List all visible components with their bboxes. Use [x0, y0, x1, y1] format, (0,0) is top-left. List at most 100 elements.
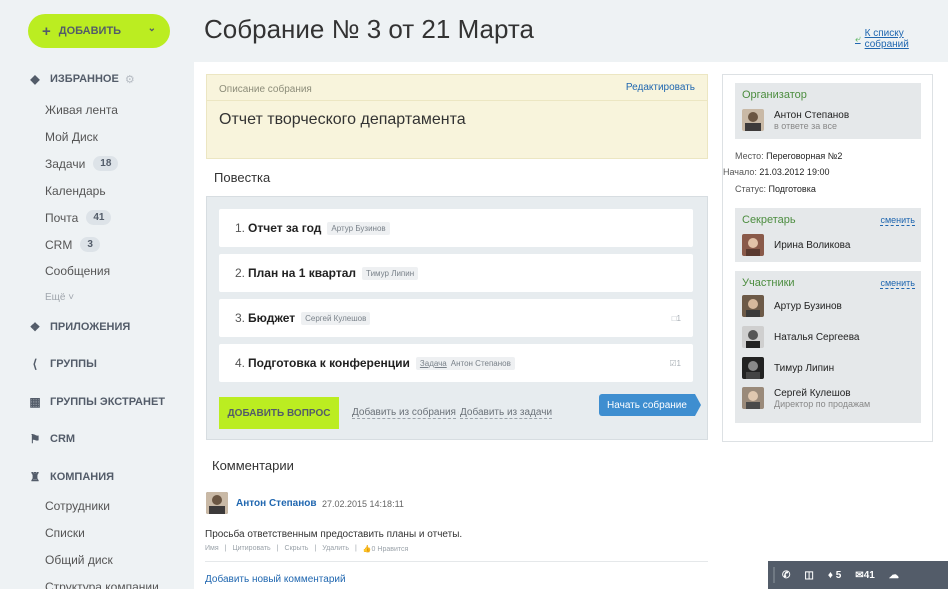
sidebar-section-apps[interactable]: ❖ ПРИЛОЖЕНИЯ	[28, 320, 131, 334]
responsible-name: Артур Бузинов	[331, 223, 386, 233]
comment-count[interactable]: □1	[672, 314, 681, 323]
participant-name[interactable]: Наталья Сергеева	[774, 332, 860, 343]
secretary-name[interactable]: Ирина Воликова	[774, 240, 850, 251]
messages-button[interactable]: ✉41	[855, 570, 875, 581]
reply-name-link[interactable]: Имя	[205, 545, 219, 553]
start-meeting-button[interactable]: Начать собрание	[599, 394, 701, 416]
responsible-tag[interactable]: Задача Антон Степанов	[415, 356, 515, 370]
place-label: Место:	[735, 151, 764, 161]
back-link-label: К списку собраний	[864, 28, 909, 50]
sidebar-item-feed[interactable]: Живая лента	[45, 103, 118, 117]
page-title: Собрание № 3 от 21 Марта	[204, 14, 534, 44]
cloud-icon[interactable]: ☁	[889, 570, 899, 581]
agenda-item-number: 3.	[235, 311, 246, 325]
sidebar-section-company[interactable]: ♜ КОМПАНИЯ	[28, 470, 114, 484]
like-link[interactable]: 👍0 Нравится	[363, 545, 408, 553]
phone-icon[interactable]: ✆	[782, 570, 790, 581]
task-link[interactable]: Задача	[420, 359, 447, 368]
change-participants-link[interactable]: сменить	[880, 278, 915, 289]
add-question-button[interactable]: ДОБАВИТЬ ВОПРОС	[219, 397, 339, 429]
sidebar-item-label: Почта	[45, 210, 79, 225]
section-label: ГРУППЫ	[50, 358, 97, 370]
task-count[interactable]: ☑1	[669, 359, 681, 368]
apps-icon: ❖	[29, 320, 41, 334]
divider	[773, 567, 775, 583]
sidebar-item-label: Задачи	[45, 156, 86, 171]
agenda-item[interactable]: 4. Подготовка к конференции Задача Антон …	[219, 344, 693, 382]
back-to-list-link[interactable]: ⤶ К списку собраний	[855, 28, 948, 50]
section-label: ПРИЛОЖЕНИЯ	[50, 321, 131, 333]
agenda-item[interactable]: 3. Бюджет Сергей Кулешов □1	[219, 299, 693, 337]
avatar	[742, 357, 764, 379]
favorites-label: ИЗБРАННОЕ	[50, 73, 119, 85]
participant-name[interactable]: Тимур Липин	[774, 363, 834, 374]
sidebar-item-tasks[interactable]: Задачи 18	[45, 156, 119, 171]
avatar	[742, 326, 764, 348]
sidebar-section-crm[interactable]: ⚑ CRM	[28, 432, 75, 446]
sidebar-section-favorites[interactable]: ◆ ИЗБРАННОЕ ⚙	[28, 72, 135, 86]
sidebar-section-groups[interactable]: ⟨ ГРУППЫ	[28, 357, 97, 371]
participant-name[interactable]: Артур Бузинов	[774, 301, 842, 312]
participant[interactable]: Сергей Кулешов Директор по продажам	[742, 387, 870, 409]
sidebar-item-calendar[interactable]: Календарь	[45, 184, 106, 198]
sidebar-item-shared-disk[interactable]: Общий диск	[45, 553, 113, 567]
participants-section: Участники сменить Артур Бузинов Наталья …	[735, 271, 921, 423]
sidebar-item-label: Календарь	[45, 184, 106, 198]
delete-link[interactable]: Удалить	[322, 545, 349, 553]
sidebar-item-lists[interactable]: Списки	[45, 526, 85, 540]
organizer-title: Организатор	[742, 89, 807, 101]
participant[interactable]: Артур Бузинов	[742, 295, 842, 317]
avatar	[742, 387, 764, 409]
agenda-item-name[interactable]: Отчет за год	[248, 221, 321, 235]
secretary-person[interactable]: Ирина Воликова	[742, 234, 850, 256]
description-box: Описание собрания Редактировать Отчет тв…	[206, 74, 708, 159]
change-secretary-link[interactable]: сменить	[880, 215, 915, 226]
avatar	[742, 234, 764, 256]
sidebar-more[interactable]: Ещё ˅	[45, 292, 74, 303]
participant[interactable]: Тимур Липин	[742, 357, 834, 379]
add-from-meeting-link[interactable]: Добавить из собрания	[352, 407, 456, 419]
sidebar-item-disk[interactable]: Мой Диск	[45, 130, 98, 144]
sidebar-item-crm[interactable]: CRM 3	[45, 237, 100, 252]
sidebar-item-mail[interactable]: Почта 41	[45, 210, 112, 225]
edit-link[interactable]: Редактировать	[626, 82, 695, 93]
sidebar-item-employees[interactable]: Сотрудники	[45, 499, 110, 513]
sidebar-item-messages[interactable]: Сообщения	[45, 264, 110, 278]
bottom-bar: ✆ ◫ ♦ 5 ✉41 ☁	[768, 561, 948, 589]
agenda-item[interactable]: 2. План на 1 квартал Тимур Липин	[219, 254, 693, 292]
tower-icon: ♜	[29, 470, 41, 484]
notifications-button[interactable]: ♦ 5	[828, 570, 841, 581]
quote-link[interactable]: Цитировать	[232, 545, 270, 553]
participant[interactable]: Наталья Сергеева	[742, 326, 860, 348]
place-info: Место: Переговорная №2	[735, 151, 842, 161]
agenda-item-name[interactable]: Подготовка к конференции	[248, 356, 410, 370]
add-from-task-link[interactable]: Добавить из задачи	[460, 407, 553, 419]
add-button[interactable]: + ДОБАВИТЬ ⌄	[28, 14, 170, 48]
sidebar-section-extranet[interactable]: ▦ ГРУППЫ ЭКСТРАНЕТ	[28, 395, 165, 409]
comment-author[interactable]: Антон Степанов	[236, 498, 317, 509]
agenda-item[interactable]: 1. Отчет за год Артур Бузинов	[219, 209, 693, 247]
add-comment-link[interactable]: Добавить новый комментарий	[205, 574, 346, 585]
organizer-name[interactable]: Антон Степанов	[774, 110, 849, 121]
sidebar-item-structure[interactable]: Структура компании	[45, 580, 159, 589]
plus-icon: +	[42, 22, 51, 40]
agenda-item-name[interactable]: Бюджет	[248, 311, 295, 325]
organizer-role: в ответе за все	[774, 120, 837, 131]
responsible-tag[interactable]: Сергей Кулешов	[301, 311, 371, 325]
chat-icon[interactable]: ◫	[804, 570, 813, 581]
secretary-title: Секретарь	[742, 214, 796, 226]
avatar	[742, 295, 764, 317]
hide-link[interactable]: Скрыть	[285, 545, 309, 553]
separator: |	[314, 545, 317, 552]
agenda-item-name[interactable]: План на 1 квартал	[248, 266, 356, 280]
divider	[207, 100, 707, 101]
responsible-tag[interactable]: Тимур Липин	[362, 266, 419, 280]
gear-icon[interactable]: ⚙	[125, 73, 135, 86]
participant-name[interactable]: Сергей Кулешов	[774, 388, 870, 399]
avatar[interactable]	[206, 492, 228, 514]
responsible-tag[interactable]: Артур Бузинов	[327, 221, 390, 235]
organizer-person[interactable]: Антон Степанов в ответе за все	[742, 109, 849, 131]
section-label: КОМПАНИЯ	[50, 471, 115, 483]
separator: |	[224, 545, 227, 552]
back-arrow-icon: ⤶	[855, 33, 861, 45]
